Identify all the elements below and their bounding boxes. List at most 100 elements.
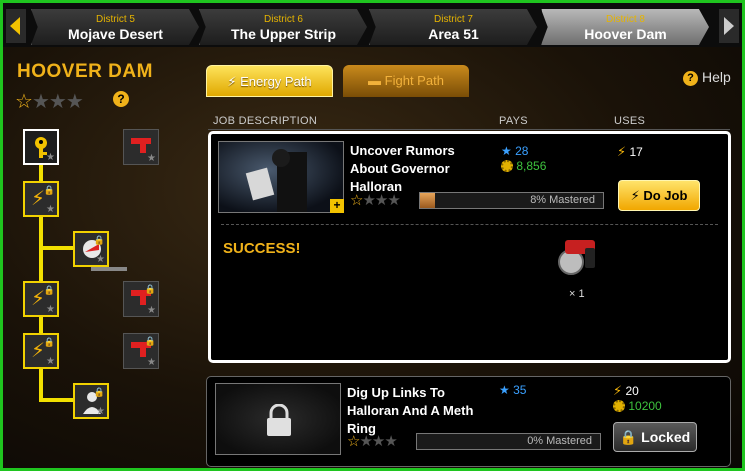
help-link[interactable]: ? Help (683, 69, 731, 86)
star-icon: ★ (147, 305, 156, 316)
lock-icon: 🔒 (43, 337, 55, 347)
cash-value: 8,856 (516, 159, 547, 173)
star-icon: ☆ (347, 433, 360, 450)
pays-xp: ★ 28 (501, 144, 528, 158)
tab-district-name: Hoover Dam (584, 26, 667, 42)
job-name-line: About Governor (350, 161, 450, 176)
mastery-bar: 0% Mastered (416, 433, 601, 450)
header-divider (208, 129, 730, 130)
star-icon: ★ (387, 192, 400, 209)
locked-label: Locked (641, 429, 691, 445)
tab-district-number: District 5 (96, 14, 135, 25)
star-icon: ★ (46, 356, 55, 367)
tab-district-7[interactable]: District 7 Area 51 (369, 9, 537, 45)
lock-icon: 🔒 (619, 429, 638, 445)
gun-icon: ▬ (368, 73, 382, 88)
column-header-description: JOB DESCRIPTION (213, 115, 318, 127)
cash-icon (613, 400, 625, 412)
job-node-energy[interactable]: ⚡ 🔒 ★ (23, 333, 59, 369)
tab-energy-path[interactable]: ⚡ Energy Path (206, 65, 333, 97)
star-icon: ★ (384, 433, 397, 450)
star-icon: ☆ (15, 91, 33, 113)
gun-icon (131, 138, 151, 153)
lock-icon: 🔒 (144, 284, 156, 294)
path-connector (39, 216, 43, 248)
uses-cash: 10200 (613, 399, 662, 413)
job-name-line: Halloran And A Meth (347, 403, 474, 418)
path-connector (39, 398, 75, 402)
star-icon: ★ (147, 357, 156, 368)
tab-label: Fight Path (384, 73, 444, 88)
lock-icon: 🔒 (93, 235, 105, 245)
job-name-line: Dig Up Links To (347, 385, 445, 400)
job-node-boss[interactable]: 🔒 ★ (73, 383, 109, 419)
tab-district-number: District 7 (434, 14, 473, 25)
star-icon: ★ (362, 192, 375, 209)
star-icon: ★ (46, 304, 55, 315)
job-row: + Uncover Rumors About Governor Halloran… (208, 131, 731, 363)
job-star-rating: ☆★★★ (350, 191, 401, 209)
district-title: HOOVER DAM (17, 61, 153, 82)
mastery-label: 8% Mastered (530, 194, 595, 206)
saw-icon (558, 240, 595, 275)
star-icon: ★ (374, 192, 388, 209)
question-icon[interactable]: ? (113, 91, 129, 107)
job-node-gun[interactable]: 🔒 ★ (123, 333, 159, 369)
pays-cash: 8,856 (501, 159, 546, 173)
game-frame: District 5 Mojave Desert District 6 The … (0, 0, 745, 471)
job-name-line: Uncover Rumors (350, 143, 455, 158)
do-job-button[interactable]: ⚡ Do Job (618, 180, 700, 211)
column-header-uses: USES (614, 115, 646, 127)
job-name: Uncover Rumors About Governor Halloran (350, 142, 455, 196)
locked-button[interactable]: 🔒 Locked (613, 422, 697, 452)
job-node-key[interactable]: ★ (23, 129, 59, 165)
lock-icon: 🔒 (93, 387, 105, 397)
lock-icon: 🔒 (144, 336, 156, 346)
uses-energy: ⚡ 20 (613, 383, 639, 399)
tab-fight-path[interactable]: ▬ Fight Path (343, 65, 469, 97)
prev-district-button[interactable] (6, 9, 26, 43)
path-connector (91, 267, 127, 271)
energy-value: 20 (625, 384, 639, 398)
column-header-pays: PAYS (499, 115, 528, 127)
energy-value: 17 (629, 145, 643, 159)
lock-icon: 🔒 (43, 285, 55, 295)
expand-icon[interactable]: + (330, 199, 344, 213)
arrow-right-icon (724, 17, 734, 35)
path-connector (39, 246, 75, 250)
tab-district-6[interactable]: District 6 The Upper Strip (199, 9, 367, 45)
star-icon: ★ (359, 433, 372, 450)
star-icon: ★ (46, 204, 55, 215)
job-node-energy[interactable]: ⚡ 🔒 ★ (23, 281, 59, 317)
lock-icon (267, 404, 291, 436)
lock-icon: 🔒 (43, 185, 55, 195)
tab-label: Energy Path (240, 74, 312, 89)
star-icon: ★ (499, 383, 510, 397)
district-tabs: District 5 Mojave Desert District 6 The … (3, 3, 742, 47)
question-icon: ? (683, 71, 698, 86)
next-district-button[interactable] (719, 9, 739, 43)
help-label: Help (702, 69, 731, 85)
job-node-energy[interactable]: ⚡ 🔒 ★ (23, 181, 59, 217)
lightning-icon: ⚡ (227, 74, 237, 89)
mastery-fill (420, 193, 435, 208)
job-row: Dig Up Links To Halloran And A Meth Ring… (206, 376, 731, 467)
star-icon: ★ (371, 433, 385, 450)
star-icon: ★ (501, 144, 512, 158)
star-icon: ★ (31, 91, 50, 113)
lightning-icon: ⚡ (617, 144, 627, 159)
mastery-label: 0% Mastered (527, 435, 592, 447)
tab-district-5[interactable]: District 5 Mojave Desert (31, 9, 199, 45)
district-star-rating: ☆★★★ (15, 89, 84, 114)
job-node-gun[interactable]: 🔒 ★ (123, 281, 159, 317)
tab-district-number: District 8 (606, 14, 645, 25)
job-result: SUCCESS! (223, 240, 301, 257)
tab-district-name: Mojave Desert (68, 26, 163, 42)
job-name: Dig Up Links To Halloran And A Meth Ring (347, 384, 473, 438)
job-node-gun[interactable]: ★ (123, 129, 159, 165)
tab-district-name: Area 51 (428, 26, 479, 42)
reward-count: × 1 (569, 288, 585, 300)
job-node-boss[interactable]: 🔒 ★ (73, 231, 109, 267)
job-illustration (245, 149, 307, 212)
tab-district-8[interactable]: District 8 Hoover Dam (541, 9, 709, 45)
